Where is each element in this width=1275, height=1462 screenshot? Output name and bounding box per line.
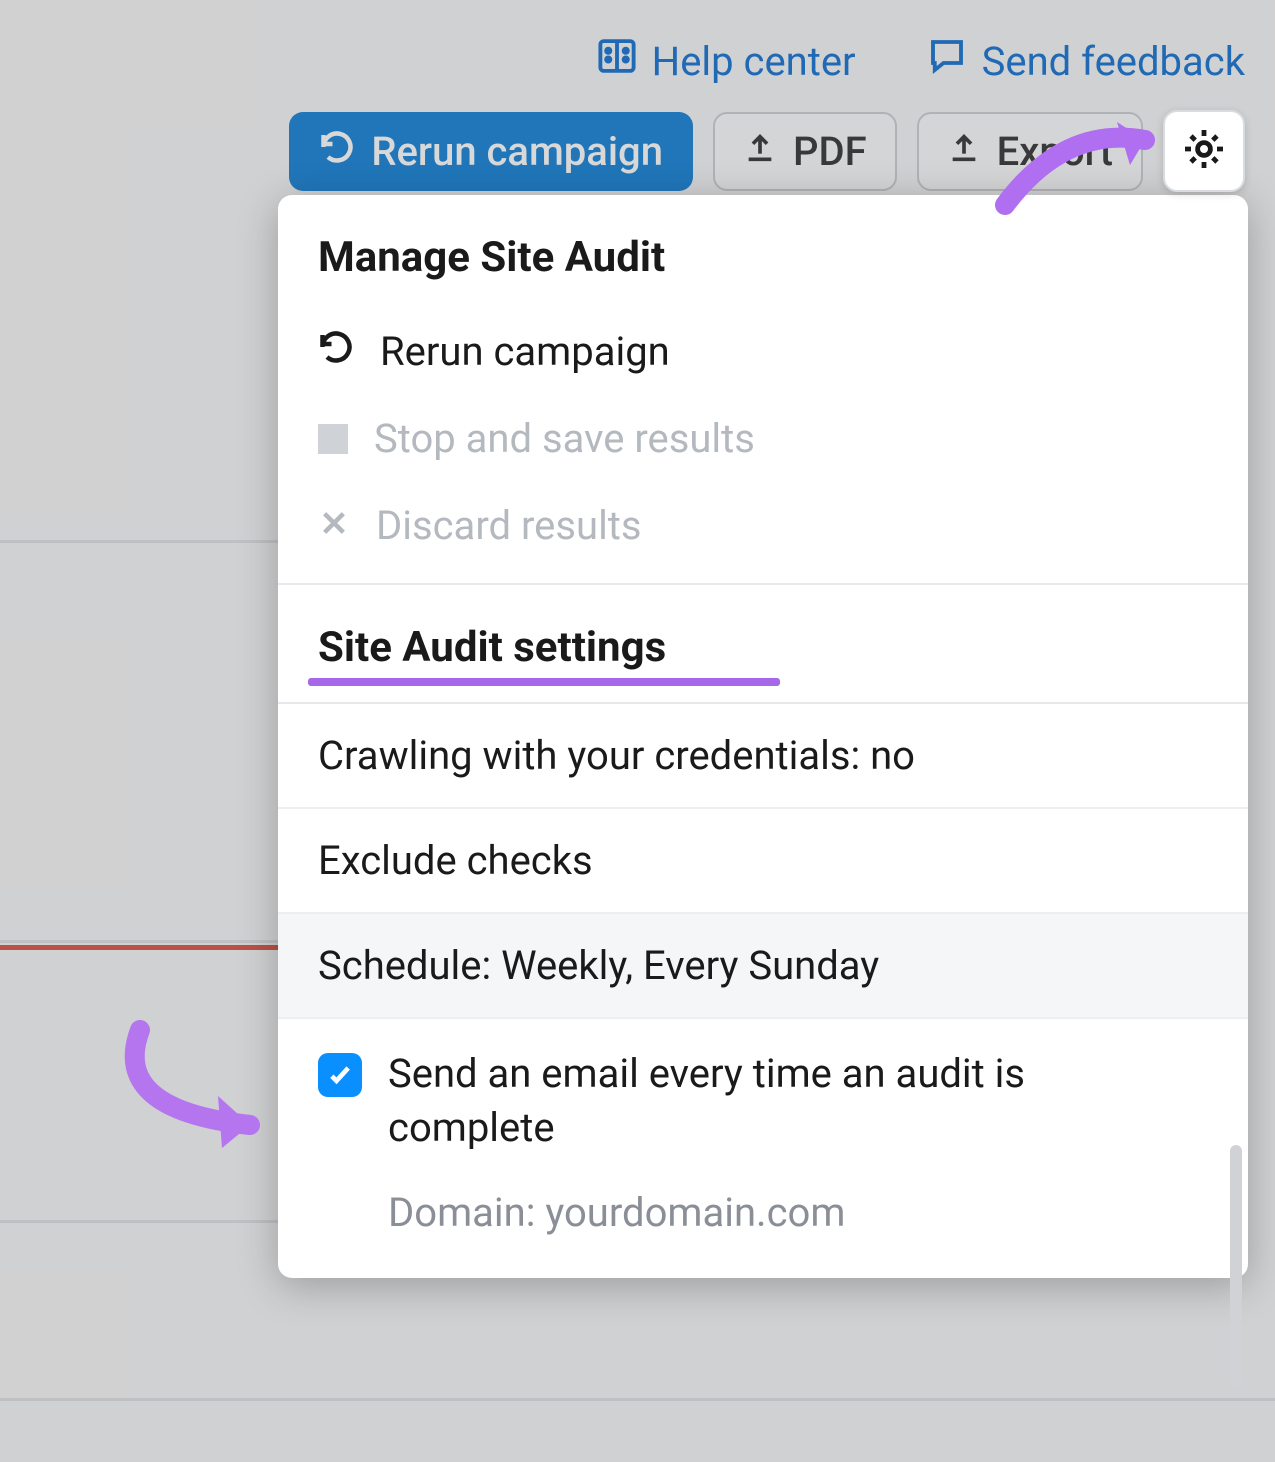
book-icon [596, 35, 638, 87]
email-checkbox[interactable] [318, 1053, 362, 1097]
settings-button[interactable] [1163, 110, 1245, 192]
manage-site-audit-title: Manage Site Audit [278, 195, 1248, 308]
settings-dropdown-panel: Manage Site Audit Rerun campaign Stop an… [278, 195, 1248, 1278]
site-audit-settings-title: Site Audit settings [318, 623, 666, 678]
stop-icon [318, 424, 348, 454]
rerun-campaign-button[interactable]: Rerun campaign [289, 112, 693, 191]
rerun-label: Rerun campaign [371, 128, 663, 175]
domain-row: Domain: yourdomain.com [278, 1175, 1248, 1260]
refresh-icon [319, 128, 355, 175]
email-notification-row[interactable]: Send an email every time an audit is com… [278, 1019, 1248, 1175]
export-button[interactable]: Export [917, 112, 1143, 191]
export-label: Export [997, 128, 1113, 175]
stop-save-menu-item: Stop and save results [278, 395, 1248, 482]
pdf-button[interactable]: PDF [713, 112, 897, 191]
send-feedback-label: Send feedback [982, 38, 1245, 85]
schedule-row[interactable]: Schedule: Weekly, Every Sunday [278, 912, 1248, 1019]
discard-results-menu-item: Discard results [278, 482, 1248, 569]
exclude-checks-row[interactable]: Exclude checks [278, 809, 1248, 912]
gear-icon [1180, 125, 1228, 177]
chat-icon [926, 35, 968, 87]
stop-menu-label: Stop and save results [374, 415, 755, 462]
pdf-label: PDF [793, 128, 867, 175]
help-center-link[interactable]: Help center [596, 35, 856, 87]
schedule-label: Schedule: Weekly, Every Sunday [318, 942, 879, 989]
scrollbar-thumb[interactable] [1230, 1145, 1242, 1387]
help-center-label: Help center [652, 38, 856, 85]
send-feedback-link[interactable]: Send feedback [926, 35, 1245, 87]
rerun-menu-label: Rerun campaign [380, 328, 670, 375]
email-label: Send an email every time an audit is com… [388, 1047, 1198, 1155]
close-icon [318, 502, 350, 549]
refresh-icon [318, 328, 354, 375]
crawling-credentials-row[interactable]: Crawling with your credentials: no [278, 704, 1248, 809]
exclude-label: Exclude checks [318, 837, 593, 884]
rerun-campaign-menu-item[interactable]: Rerun campaign [278, 308, 1248, 395]
upload-icon [743, 128, 777, 175]
highlight-underline [308, 678, 780, 686]
upload-icon [947, 128, 981, 175]
crawling-label: Crawling with your credentials: no [318, 732, 915, 779]
discard-menu-label: Discard results [376, 502, 642, 549]
